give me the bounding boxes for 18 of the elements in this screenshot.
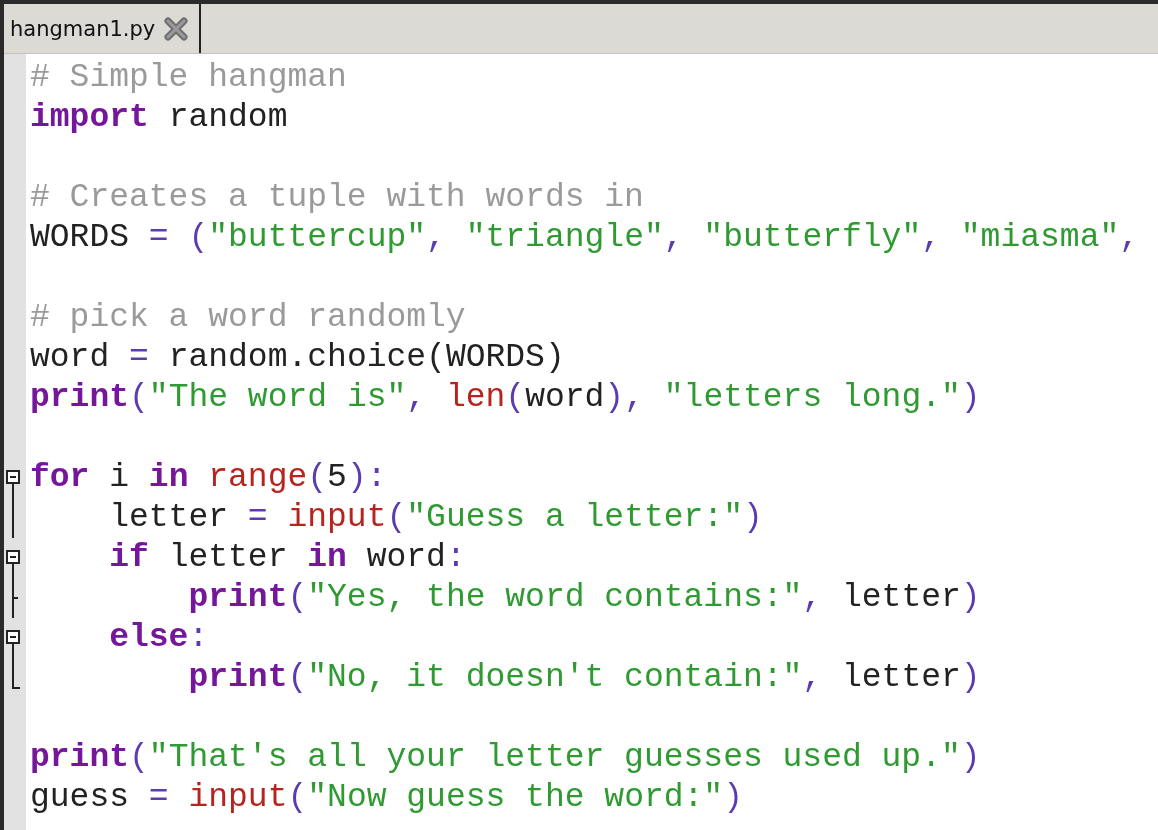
fold-end-icon bbox=[12, 658, 20, 689]
code-line: print("Yes, the word contains:", letter) bbox=[187, 578, 981, 618]
code-line: import random bbox=[30, 98, 288, 138]
code-line: print("The word is", len(word), "letters long.") bbox=[30, 378, 981, 418]
code-line: WORDS = ("buttercup", "triangle", "butterfly", "miasma", bbox=[30, 218, 1140, 258]
code-line: for i in range(5): bbox=[30, 458, 387, 498]
code-line: print("That's all your letter guesses used up.") bbox=[30, 738, 981, 778]
fold-line-icon bbox=[12, 578, 19, 618]
code-line: # Creates a tuple with words in bbox=[30, 178, 644, 218]
code-line: else: bbox=[108, 618, 209, 658]
code-line: if letter in word: bbox=[108, 538, 466, 578]
code-line: print("No, it doesn't contain:", letter) bbox=[187, 658, 981, 698]
fold-line-icon bbox=[12, 498, 14, 538]
code-line: # pick a word randomly bbox=[30, 298, 466, 338]
code-line: word = random.choice(WORDS) bbox=[30, 338, 565, 378]
code-line: letter = input("Guess a letter:") bbox=[108, 498, 763, 538]
code-line: guess = input("Now guess the word:") bbox=[30, 778, 743, 818]
code-line: # Simple hangman bbox=[30, 58, 347, 98]
